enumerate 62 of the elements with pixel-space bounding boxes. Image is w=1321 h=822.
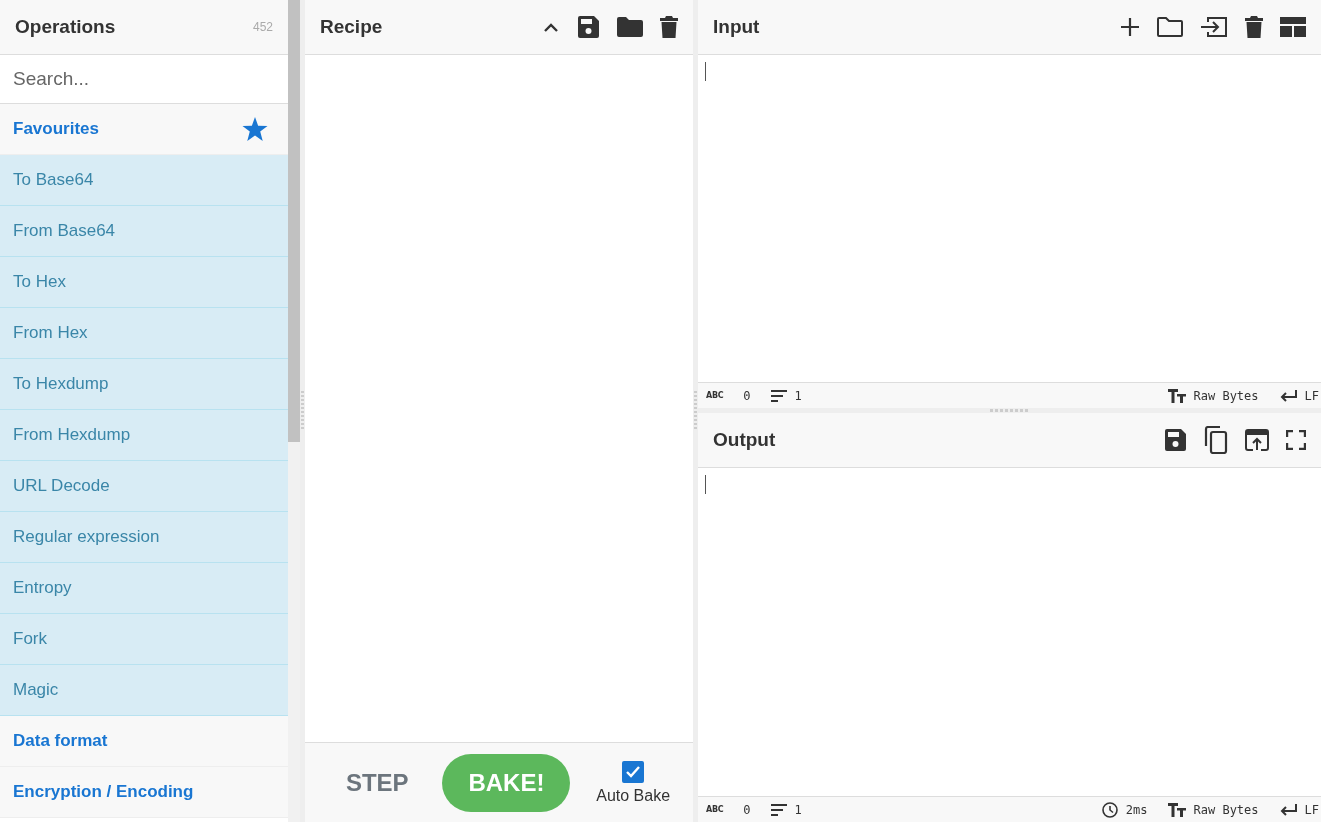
category-header[interactable]: Favourites	[0, 104, 288, 155]
clock-icon	[1101, 801, 1118, 818]
panel-title: Input	[713, 16, 760, 38]
star-icon[interactable]	[242, 117, 268, 141]
bake-time: 2ms	[1125, 802, 1148, 817]
resize-handle[interactable]	[694, 391, 697, 431]
encoding-label[interactable]: Raw Bytes	[1193, 388, 1259, 403]
open-in-window-icon[interactable]	[1245, 429, 1269, 451]
plus-icon[interactable]	[1120, 17, 1140, 37]
operation-item[interactable]: To Hexdump	[0, 359, 288, 410]
fullscreen-icon[interactable]	[1286, 430, 1306, 450]
operation-item[interactable]: Regular expression	[0, 512, 288, 563]
operation-item[interactable]: From Hex	[0, 308, 288, 359]
step-button[interactable]: STEP	[337, 764, 417, 801]
text-cursor	[705, 475, 706, 494]
lines-icon	[770, 389, 787, 402]
text-size-icon[interactable]	[1167, 388, 1186, 403]
character-count: 0	[743, 388, 751, 403]
category-header[interactable]: Data format	[0, 716, 288, 767]
import-icon[interactable]	[1200, 16, 1228, 38]
line-count: 1	[794, 388, 802, 403]
resize-handle[interactable]	[301, 391, 304, 431]
save-icon[interactable]	[1163, 428, 1187, 452]
text-cursor	[705, 62, 706, 81]
return-arrow-icon[interactable]	[1278, 803, 1297, 816]
panel-title: Output	[713, 429, 776, 451]
folder-icon[interactable]	[1157, 16, 1183, 38]
save-icon[interactable]	[576, 15, 600, 39]
auto-bake-checkbox[interactable]	[622, 760, 645, 783]
characters-label: ABC	[706, 391, 724, 400]
chevron-up-icon[interactable]	[543, 22, 559, 32]
layout-icon[interactable]	[1280, 17, 1306, 37]
bake-button[interactable]: BAKE!	[442, 753, 571, 812]
operation-item[interactable]: From Base64	[0, 206, 288, 257]
operation-item[interactable]: To Hex	[0, 257, 288, 308]
trash-icon[interactable]	[1245, 16, 1263, 38]
check-icon[interactable]	[626, 765, 641, 778]
copy-icon[interactable]	[1204, 426, 1228, 454]
eol-label[interactable]: LF	[1304, 802, 1319, 817]
panel-title: Recipe	[320, 16, 383, 38]
operation-item[interactable]: Fork	[0, 614, 288, 665]
trash-icon[interactable]	[660, 16, 678, 38]
operation-count: 452	[252, 20, 273, 34]
resize-handle[interactable]	[989, 409, 1030, 412]
characters-label: ABC	[706, 805, 724, 814]
scrollbar-thumb[interactable]	[288, 0, 300, 442]
character-count: 0	[743, 802, 751, 817]
operation-item[interactable]: Entropy	[0, 563, 288, 614]
encoding-label[interactable]: Raw Bytes	[1193, 802, 1259, 817]
return-arrow-icon[interactable]	[1278, 389, 1297, 402]
category-header[interactable]: Encryption / Encoding	[0, 767, 288, 818]
operation-item[interactable]: Magic	[0, 665, 288, 716]
eol-label[interactable]: LF	[1304, 388, 1319, 403]
lines-icon	[770, 803, 787, 816]
text-size-icon[interactable]	[1167, 802, 1186, 817]
panel-title: Operations	[15, 16, 116, 38]
operation-item[interactable]: From Hexdump	[0, 410, 288, 461]
auto-bake-label[interactable]: Auto Bake	[596, 786, 671, 805]
line-count: 1	[794, 802, 802, 817]
operation-item[interactable]: To Base64	[0, 155, 288, 206]
folder-icon[interactable]	[617, 16, 643, 38]
operation-item[interactable]: URL Decode	[0, 461, 288, 512]
